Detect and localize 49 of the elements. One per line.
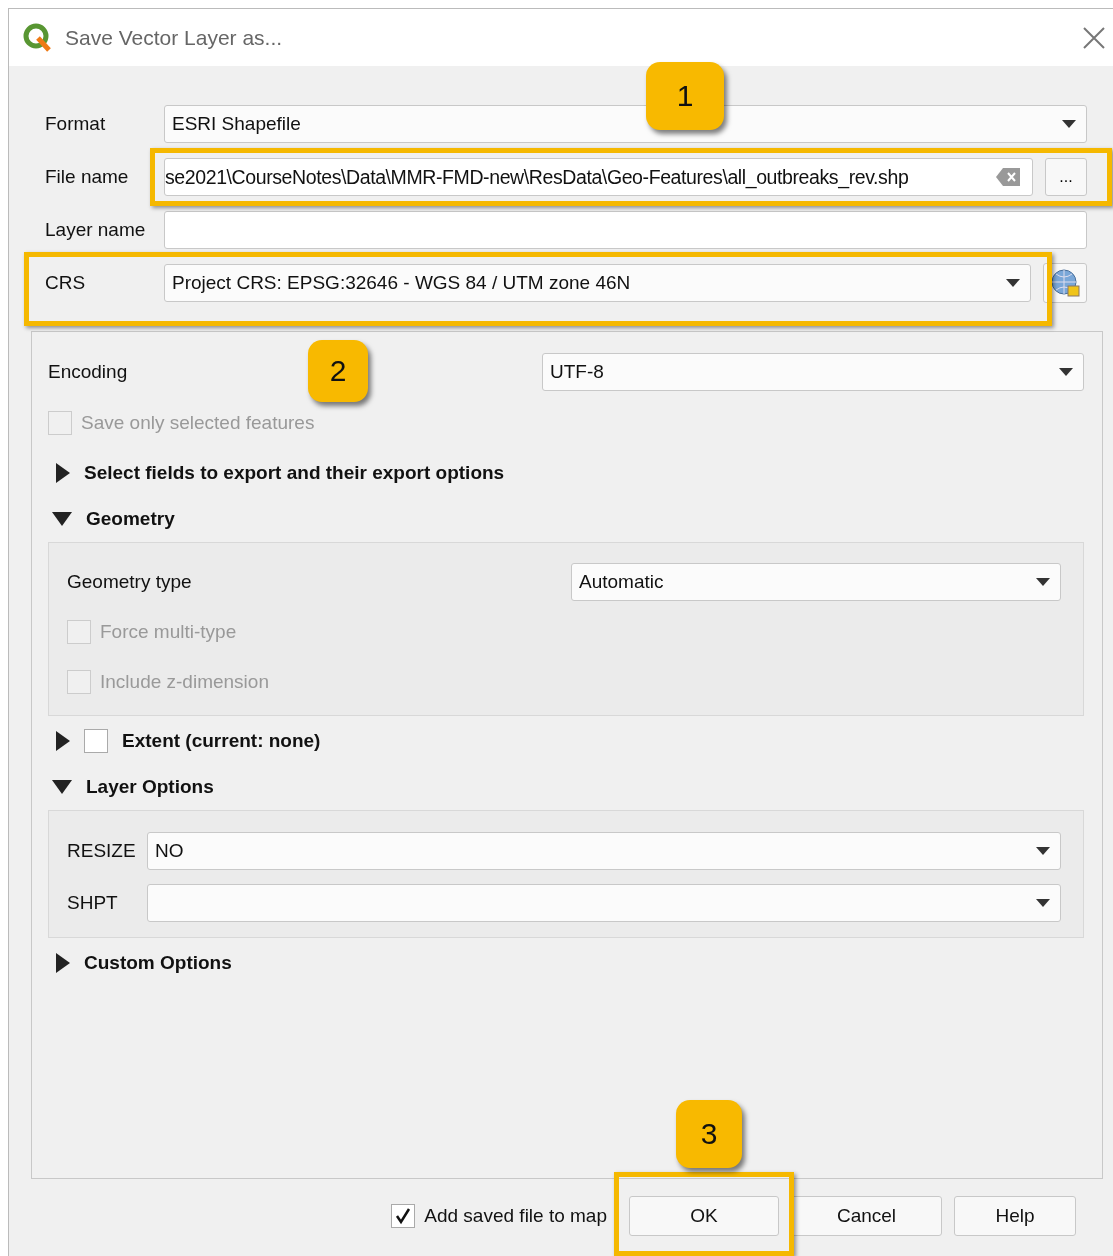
field-label: SHPT xyxy=(67,892,119,914)
field-label: RESIZE xyxy=(67,840,137,862)
expand-arrow-icon[interactable] xyxy=(56,463,70,483)
clear-icon[interactable] xyxy=(996,168,1020,186)
step-callout: 3 xyxy=(676,1100,742,1168)
field-label: File name xyxy=(45,166,130,188)
dropdown-caret-icon xyxy=(1036,899,1050,907)
layer-name-field[interactable] xyxy=(164,211,1087,249)
geometry-type-dropdown[interactable]: Automatic xyxy=(571,563,1061,601)
globe-icon xyxy=(1050,268,1080,298)
checkbox-label: Save only selected features xyxy=(81,412,315,434)
dialog-button[interactable]: OK xyxy=(629,1196,779,1236)
section-title[interactable]: Select fields to export and their export options xyxy=(84,462,505,484)
field-label: CRS xyxy=(45,272,87,294)
field-label: Layer name xyxy=(45,219,147,241)
field-label: Geometry type xyxy=(67,571,193,593)
expand-arrow-icon[interactable] xyxy=(56,731,70,751)
checkbox-label: Force multi-type xyxy=(100,621,237,643)
dropdown-caret-icon xyxy=(1059,368,1073,376)
extent-checkbox[interactable] xyxy=(84,729,108,753)
section-title[interactable]: Geometry xyxy=(86,508,175,530)
field-label: Format xyxy=(45,113,107,135)
section-title[interactable]: Layer Options xyxy=(86,776,214,798)
checkbox-label: Include z-dimension xyxy=(100,671,269,693)
checkbox[interactable] xyxy=(391,1204,416,1228)
file-name-field[interactable]: se2021\CourseNotes\Data\MMR-FMD-new\ResData\Geo-Features\all_outbreaks_rev.shp xyxy=(164,158,1033,196)
encoding-dropdown[interactable]: UTF-8 xyxy=(542,353,1084,391)
close-icon[interactable] xyxy=(1083,26,1105,49)
section-title[interactable]: Custom Options xyxy=(84,952,232,974)
dialog-button[interactable]: Cancel xyxy=(791,1196,942,1236)
dropdown-caret-icon xyxy=(1036,847,1050,855)
dialog-button[interactable]: Help xyxy=(954,1196,1076,1236)
format-dropdown[interactable]: ESRI Shapefile xyxy=(164,105,1087,143)
field-label: Encoding xyxy=(48,361,128,382)
window-title: Save Vector Layer as... xyxy=(65,25,284,50)
collapse-arrow-icon[interactable] xyxy=(52,780,72,794)
expand-arrow-icon[interactable] xyxy=(56,953,70,973)
dropdown-caret-icon xyxy=(1006,279,1020,287)
section-title[interactable]: Extent (current: none) xyxy=(122,730,321,752)
step-callout: 1 xyxy=(646,62,724,130)
app-logo-icon xyxy=(23,22,53,53)
crs-dropdown[interactable]: Project CRS: EPSG:32646 - WGS 84 / UTM zone 46N xyxy=(164,264,1031,302)
option-dropdown[interactable]: NO xyxy=(147,832,1061,870)
dropdown-caret-icon xyxy=(1036,578,1050,586)
checkbox-label: Add saved file to map xyxy=(424,1205,607,1227)
collapse-arrow-icon[interactable] xyxy=(52,512,72,526)
dropdown-caret-icon xyxy=(1062,120,1076,128)
step-callout: 2 xyxy=(308,340,368,402)
browse-button[interactable]: ... xyxy=(1045,158,1087,196)
